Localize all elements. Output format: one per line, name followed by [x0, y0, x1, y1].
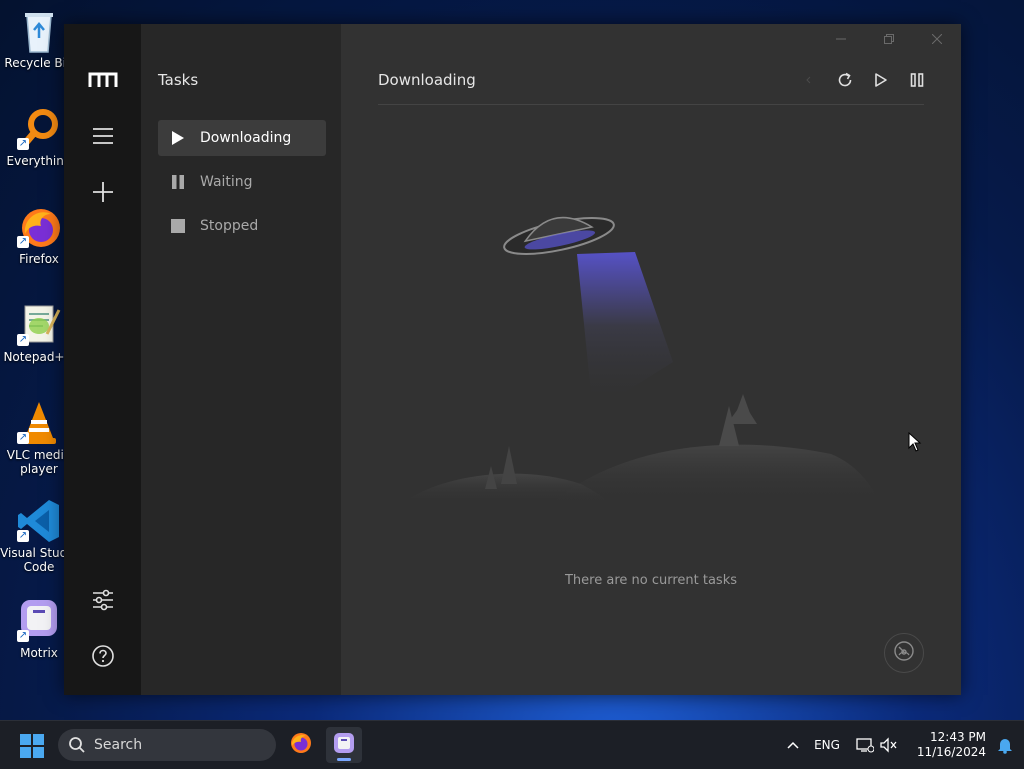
speedometer-icon — [893, 640, 915, 666]
windows-start-icon[interactable] — [20, 734, 44, 758]
shortcut-arrow-icon: ↗ — [17, 432, 29, 444]
play-icon — [170, 130, 186, 146]
shortcut-arrow-icon: ↗ — [17, 530, 29, 542]
tasks-panel: Tasks Downloading Waiting Stopped — [141, 24, 341, 695]
task-filter-waiting[interactable]: Waiting — [158, 164, 326, 200]
network-icon[interactable] — [854, 721, 876, 769]
menu-icon[interactable] — [88, 121, 118, 151]
search-icon — [68, 736, 86, 754]
notification-bell-icon[interactable] — [994, 721, 1016, 769]
plus-icon[interactable] — [88, 177, 118, 207]
language-indicator[interactable]: ENG — [810, 721, 844, 769]
volume-muted-icon[interactable] — [878, 721, 900, 769]
system-tray: ENG 12:43 PM 11/16/2024 — [774, 721, 1024, 769]
speedometer-button[interactable] — [884, 633, 924, 673]
clock-time: 12:43 PM — [930, 730, 986, 744]
task-filter-downloading[interactable]: Downloading — [158, 120, 326, 156]
mouse-cursor-icon — [908, 431, 922, 452]
everything-search-icon: ↗ — [17, 106, 61, 150]
search-placeholder: Search — [94, 737, 143, 753]
clear-icon[interactable] — [791, 68, 827, 92]
shortcut-arrow-icon: ↗ — [17, 138, 29, 150]
motrix-logo-icon[interactable] — [88, 65, 118, 95]
pause-all-icon[interactable] — [899, 68, 935, 92]
sliders-icon[interactable] — [88, 585, 118, 615]
motrix-icon: ↗ — [17, 598, 61, 642]
main-content: Downloading There are no current tasks — [341, 24, 961, 695]
taskbar-firefox[interactable] — [283, 727, 319, 763]
title-divider — [378, 104, 924, 105]
vlc-icon: ↗ — [17, 400, 61, 444]
vscode-icon: ↗ — [17, 498, 61, 542]
shortcut-arrow-icon: ↗ — [17, 236, 29, 248]
motrix-icon — [333, 732, 355, 758]
nav-rail — [64, 24, 141, 695]
taskbar-motrix[interactable] — [326, 727, 362, 763]
stop-icon — [170, 218, 186, 234]
taskbar: Search ENG 12:43 PM 11/16/2024 — [0, 720, 1024, 769]
resume-all-icon[interactable] — [863, 68, 899, 92]
shortcut-arrow-icon: ↗ — [17, 630, 29, 642]
chevron-up-icon[interactable] — [782, 721, 804, 769]
firefox-icon — [289, 731, 313, 759]
panel-title: Tasks — [158, 71, 199, 89]
taskbar-search[interactable]: Search — [58, 729, 276, 761]
firefox-icon: ↗ — [17, 204, 61, 248]
pause-icon — [170, 174, 186, 190]
motrix-window: Tasks Downloading Waiting Stopped Downlo… — [64, 24, 961, 695]
help-icon[interactable] — [88, 641, 118, 671]
clock[interactable]: 12:43 PM 11/16/2024 — [904, 721, 986, 769]
maximize-icon[interactable] — [865, 24, 913, 54]
active-app-indicator — [337, 758, 351, 761]
minimize-icon[interactable] — [817, 24, 865, 54]
empty-state-text: There are no current tasks — [564, 573, 737, 588]
shortcut-arrow-icon: ↗ — [17, 334, 29, 346]
page-title: Downloading — [378, 71, 476, 89]
task-actions — [791, 68, 935, 92]
menu-item-label: Stopped — [200, 218, 259, 234]
close-icon[interactable] — [913, 24, 961, 54]
notepadpp-icon: ↗ — [17, 302, 61, 346]
menu-item-label: Waiting — [200, 174, 253, 190]
empty-state-illustration — [401, 184, 901, 514]
task-filter-stopped[interactable]: Stopped — [158, 208, 326, 244]
window-controls — [817, 24, 961, 54]
refresh-icon[interactable] — [827, 68, 863, 92]
recycle-bin-icon — [17, 8, 61, 53]
menu-item-label: Downloading — [200, 130, 292, 146]
clock-date: 11/16/2024 — [916, 745, 986, 759]
